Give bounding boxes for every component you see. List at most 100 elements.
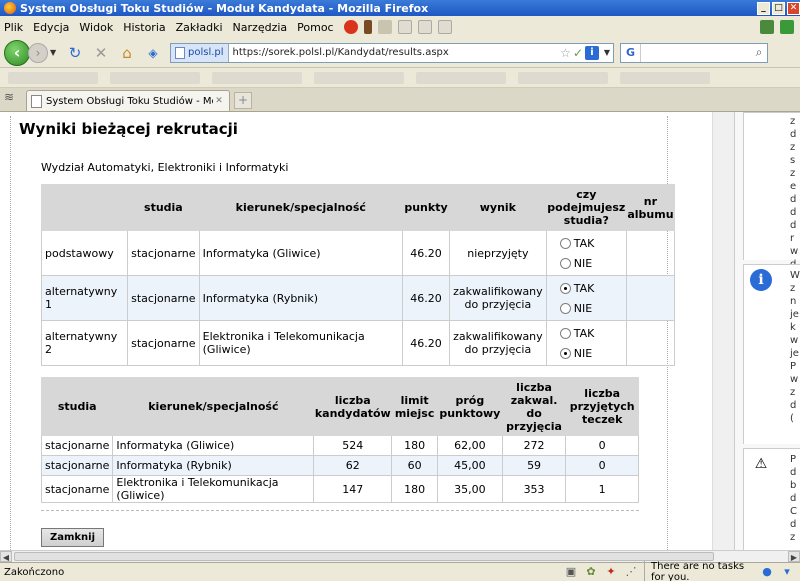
cell-limit: 60: [391, 455, 438, 476]
tab-close-icon[interactable]: ✕: [213, 95, 225, 107]
back-arrow-icon[interactable]: ‹: [4, 39, 30, 66]
feed-icon[interactable]: ◈: [142, 42, 164, 64]
cell-decision: TAK NIE: [545, 230, 627, 276]
cell-wynik: nieprzyjęty: [449, 230, 547, 276]
minimize-button[interactable]: _: [757, 1, 770, 15]
search-engine-icon[interactable]: G: [621, 43, 641, 62]
side-text-fragment: e: [790, 181, 797, 192]
bookmark-star-icon[interactable]: ☆: [560, 46, 571, 60]
copy-icon[interactable]: [417, 20, 432, 34]
side-text-fragment: w: [790, 246, 799, 257]
search-input[interactable]: [641, 44, 751, 61]
results-table: studia kierunek/specjalność punkty wynik…: [40, 184, 676, 366]
column-header: kierunek/specjalność: [198, 184, 403, 231]
scroll-thumb[interactable]: [14, 552, 714, 561]
side-text-fragment: je: [790, 309, 799, 320]
side-text-fragment: C: [790, 506, 797, 517]
info-icon[interactable]: i: [585, 45, 599, 60]
maximize-button[interactable]: □: [772, 1, 785, 15]
side-text-fragment: P: [790, 454, 797, 465]
url-text[interactable]: https://sorek.polsl.pl/Kandydat/results.…: [229, 47, 561, 58]
reload-icon[interactable]: ↻: [64, 42, 86, 64]
side-panel: zdzszedddrwd i WznjekwjePwzd( ⚠ PdbdCdz: [734, 112, 800, 550]
tab-list-icon[interactable]: ≋: [4, 90, 22, 108]
side-text-1: zdzszedddrwd: [790, 115, 800, 271]
download-icon[interactable]: [760, 20, 774, 34]
divider: [41, 510, 639, 511]
new-tab-button[interactable]: +: [234, 92, 252, 109]
page-icon: [175, 46, 185, 59]
radio-nie[interactable]: [559, 257, 571, 269]
bookmark-item[interactable]: [518, 71, 608, 84]
menu-widok[interactable]: Widok: [79, 21, 113, 34]
cell-wynik: zakwalifikowany do przyjęcia: [449, 275, 547, 321]
url-dropdown-icon[interactable]: ▼: [601, 48, 613, 57]
menu-historia[interactable]: Historia: [123, 21, 165, 34]
bookmark-item[interactable]: [620, 71, 710, 84]
side-text-fragment: d: [790, 220, 797, 231]
addon-icon[interactable]: [780, 20, 794, 34]
menu-zakladki[interactable]: Zakładki: [176, 21, 223, 34]
side-box-1: zdzszedddrwd: [743, 112, 800, 270]
status-text: Zakończono: [4, 566, 65, 578]
table-row: alternatywny 1 stacjonarne Informatyka (…: [40, 275, 676, 321]
menu-narzedzia[interactable]: Narzędzia: [233, 21, 288, 34]
radio-nie-label: NIE: [573, 256, 593, 270]
menu-plik[interactable]: Plik: [4, 21, 23, 34]
side-text-fragment: je: [790, 348, 799, 359]
cell-limit: 180: [391, 435, 438, 456]
side-text-fragment: z: [790, 387, 796, 398]
site-identity-label: polsl.pl: [188, 47, 224, 58]
search-icon[interactable]: ⌕: [751, 45, 767, 60]
side-box-2: i Wz n je k w je Pw z d(: [743, 264, 800, 444]
navigation-bar: ‹ › ▼ ↻ ✕ ⌂ ◈ polsl.pl https://sorek.pol…: [0, 38, 800, 68]
cell-studia: stacjonarne: [40, 475, 114, 503]
bookmark-tool-icon[interactable]: [363, 20, 372, 34]
side-text-fragment: d: [790, 194, 797, 205]
bookmark-item[interactable]: [416, 71, 506, 84]
bookmark-item[interactable]: [110, 71, 200, 84]
vertical-scrollbar[interactable]: [712, 112, 734, 550]
page-icon: [31, 94, 42, 108]
adblock-icon[interactable]: [343, 20, 358, 34]
cell-teczki: 0: [565, 455, 639, 476]
radio-nie[interactable]: [559, 302, 571, 314]
menu-edycja[interactable]: Edycja: [33, 21, 69, 34]
radio-tak-label: TAK: [573, 281, 595, 295]
bookmark-item[interactable]: [8, 71, 98, 84]
close-button[interactable]: Zamknij: [41, 528, 104, 547]
column-header: wynik: [449, 184, 547, 231]
menu-bar: Plik Edycja Widok Historia Zakładki Narz…: [0, 16, 800, 38]
table-row: podstawowy stacjonarne Informatyka (Gliw…: [40, 230, 676, 276]
check-icon[interactable]: ✓: [573, 46, 583, 60]
radio-tak[interactable]: [559, 237, 571, 249]
history-dropdown-icon[interactable]: ▼: [50, 48, 60, 57]
search-box[interactable]: G ⌕: [620, 42, 768, 63]
sync-icon[interactable]: ●: [760, 565, 774, 579]
cell-studia: stacjonarne: [127, 275, 200, 321]
site-identity-button[interactable]: polsl.pl: [171, 43, 229, 62]
column-header: liczba kandydatów: [313, 377, 393, 436]
bookmark-item[interactable]: [314, 71, 404, 84]
radio-tak[interactable]: [559, 282, 571, 294]
home-icon[interactable]: ⌂: [116, 42, 138, 64]
tab-active[interactable]: System Obsługi Toku Studiów - Mod... ✕: [26, 90, 230, 111]
cell-album: [625, 275, 676, 321]
status-dropdown-icon[interactable]: ▾: [780, 565, 794, 579]
bookmark-item[interactable]: [212, 71, 302, 84]
scroll-left-icon[interactable]: ◀: [0, 551, 12, 562]
cut-icon[interactable]: [397, 20, 412, 34]
radio-nie[interactable]: [559, 347, 571, 359]
stop-icon[interactable]: ✕: [90, 42, 112, 64]
counter-icon[interactable]: [377, 20, 392, 34]
cell-album: [625, 230, 676, 276]
scroll-right-icon[interactable]: ▶: [788, 551, 800, 562]
close-window-button[interactable]: ✕: [787, 1, 800, 15]
radio-tak-label: TAK: [573, 236, 595, 250]
menu-pomoc[interactable]: Pomoc: [297, 21, 333, 34]
cell-punkty: 46.20: [401, 230, 451, 276]
paste-icon[interactable]: [437, 20, 452, 34]
forward-arrow-icon[interactable]: ›: [28, 42, 48, 63]
radio-tak[interactable]: [559, 327, 571, 339]
url-bar[interactable]: polsl.pl https://sorek.polsl.pl/Kandydat…: [170, 42, 614, 63]
